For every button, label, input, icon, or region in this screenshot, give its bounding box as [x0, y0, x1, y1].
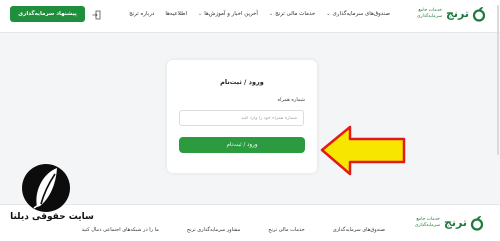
- nav-item-financial-services[interactable]: خدمات مالی ترنج ⌄: [269, 11, 315, 17]
- footer-link-advisor[interactable]: مشاور سرمایه‌گذاری ترنج: [187, 227, 240, 233]
- nav-item-label: درباره ترنج: [129, 11, 155, 17]
- turanj-fruit-icon: [472, 7, 486, 22]
- turanj-fruit-icon: [470, 216, 484, 231]
- site-header: ترنج خدمات جامع سرمایه‌گذاری صندوق‌های س…: [0, 0, 500, 33]
- footer-link-funds[interactable]: صندوق‌های سرمایه‌گذاری: [333, 227, 385, 233]
- login-submit-button[interactable]: ورود / ثبت‌نام: [179, 137, 305, 153]
- footer-links: صندوق‌های سرمایه‌گذاری خدمات مالی ترنج م…: [82, 227, 385, 233]
- investment-offer-button[interactable]: پیشنهاد سرمایه‌گذاری: [10, 6, 85, 22]
- footer-link-financial-services[interactable]: خدمات مالی ترنج: [268, 227, 304, 233]
- login-arrow-icon[interactable]: [92, 10, 101, 20]
- watermark-text: سایت حقوقی دیلنا: [10, 212, 94, 222]
- main-nav: صندوق‌های سرمایه‌گذاری ⌄ خدمات مالی ترنج…: [129, 11, 390, 17]
- nav-item-announcements[interactable]: اطلاعیه‌ها: [165, 11, 187, 17]
- nav-item-label: آخرین اخبار و آموزش‌ها: [204, 11, 258, 17]
- nav-item-news[interactable]: آخرین اخبار و آموزش‌ها ⌄: [198, 11, 258, 17]
- feather-logo-icon: [22, 164, 70, 212]
- footer-brand-logo[interactable]: ترنج خدمات جامع سرمایه‌گذاری: [408, 215, 484, 231]
- footer-link-social[interactable]: ما را در شبکه‌های اجتماعی دنبال کنید: [82, 227, 159, 233]
- nav-item-about[interactable]: درباره ترنج: [129, 11, 154, 17]
- footer-brand-name: ترنج: [443, 216, 467, 229]
- yellow-arrow-left-icon: [320, 125, 406, 176]
- nav-item-label: صندوق‌های سرمایه‌گذاری: [332, 11, 390, 17]
- brand-logo[interactable]: ترنج خدمات جامع سرمایه‌گذاری: [410, 6, 486, 22]
- scrollbar-thumb[interactable]: [497, 5, 499, 155]
- phone-label: شماره همراه: [277, 97, 305, 103]
- chevron-down-icon: ⌄: [326, 11, 331, 17]
- chevron-down-icon: ⌄: [197, 11, 203, 17]
- footer-brand-tagline: خدمات جامع سرمایه‌گذاری: [414, 217, 440, 228]
- nav-item-funds[interactable]: صندوق‌های سرمایه‌گذاری ⌄: [326, 11, 390, 17]
- login-card: ورود / ثبت‌نام شماره همراه ورود / ثبت‌نا…: [167, 60, 317, 173]
- nav-item-label: اطلاعیه‌ها: [165, 11, 187, 17]
- nav-item-label: خدمات مالی ترنج: [275, 11, 316, 17]
- login-title: ورود / ثبت‌نام: [220, 78, 264, 86]
- chevron-down-icon: ⌄: [268, 11, 274, 17]
- brand-tagline: خدمات جامع سرمایه‌گذاری: [416, 8, 442, 19]
- brand-name: ترنج: [445, 7, 469, 20]
- phone-input[interactable]: [179, 110, 304, 126]
